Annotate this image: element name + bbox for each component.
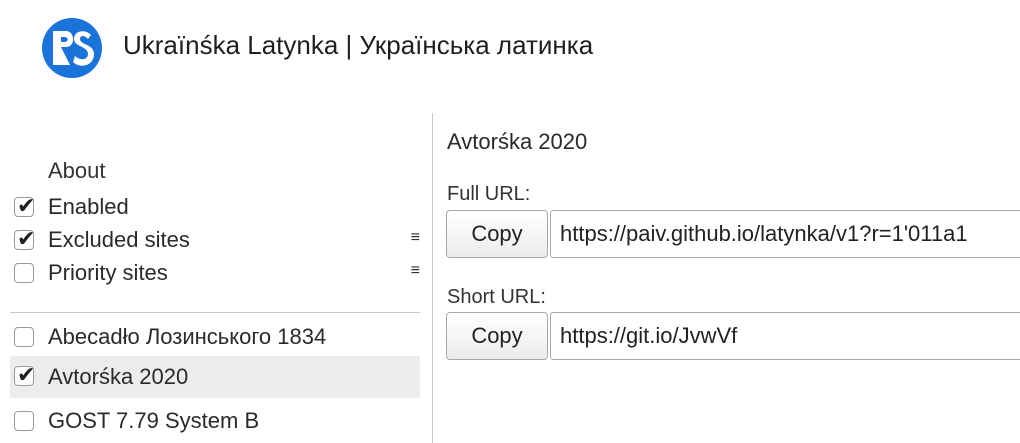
scheme-checkbox[interactable] (14, 411, 34, 431)
header: Ukraïnśka Latynka | Українська латинка (0, 0, 1020, 100)
scheme-title: Avtorśka 2020 (447, 129, 588, 154)
scheme-detail-panel: Avtorśka 2020 Full URL: Copy Short URL: … (433, 100, 1020, 443)
short-url-label: Short URL: (447, 286, 546, 308)
checkmark-icon: ✔ (17, 193, 36, 218)
sidebar-item-about[interactable]: About (48, 158, 106, 184)
scheme-label: Avtorśka 2020 (48, 364, 189, 389)
scheme-abecadlo[interactable]: Abecadło Лозинського 1834 (10, 321, 420, 355)
scheme-label: Abecadło Лозинського 1834 (48, 324, 327, 349)
scheme-gost[interactable]: GOST 7.79 System B (10, 405, 420, 439)
scheme-checkbox[interactable]: ✔ (14, 362, 35, 387)
menu-icon[interactable]: ≡ (411, 229, 420, 247)
short-url-field[interactable] (550, 312, 1020, 360)
app-title: Ukraïnśka Latynka | Українська латинка (123, 30, 594, 60)
priority-sites-checkbox[interactable] (14, 263, 34, 283)
setting-excluded-sites[interactable]: ✔ Excluded sites ≡ (10, 224, 420, 258)
setting-enabled[interactable]: ✔ Enabled (10, 191, 420, 225)
setting-label: Excluded sites (48, 227, 190, 252)
full-url-field[interactable] (550, 210, 1020, 258)
checkmark-icon: ✔ (17, 362, 36, 387)
copy-full-url-button[interactable]: Copy (446, 210, 548, 258)
setting-label: Enabled (48, 194, 129, 219)
sidebar-divider (10, 312, 420, 313)
checkmark-icon: ✔ (17, 226, 36, 251)
sidebar: About ✔ Enabled ✔ Excluded sites ≡ Prior… (0, 100, 432, 443)
excluded-sites-checkbox[interactable]: ✔ (14, 226, 35, 251)
copy-short-url-button[interactable]: Copy (446, 312, 548, 360)
scheme-avtorska[interactable]: ✔ Avtorśka 2020 (10, 356, 420, 398)
enabled-checkbox[interactable]: ✔ (14, 193, 35, 218)
scheme-label: GOST 7.79 System B (48, 408, 260, 433)
setting-priority-sites[interactable]: Priority sites ≡ (10, 257, 420, 291)
menu-icon[interactable]: ≡ (411, 262, 420, 280)
setting-label: Priority sites (48, 260, 168, 285)
rs-logo-icon (42, 18, 102, 78)
scheme-checkbox[interactable] (14, 327, 34, 347)
full-url-label: Full URL: (447, 183, 531, 205)
